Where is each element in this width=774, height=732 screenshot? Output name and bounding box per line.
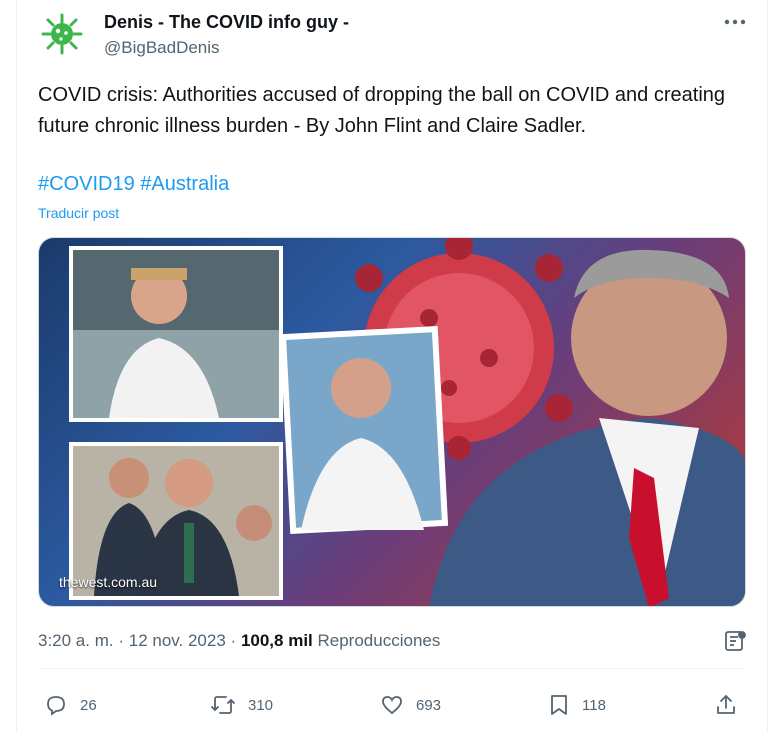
tweet-time[interactable]: 3:20 a. m. bbox=[38, 631, 114, 650]
virus-icon bbox=[41, 13, 83, 55]
display-name[interactable]: Denis - The COVID info guy - bbox=[104, 12, 349, 33]
reply-icon bbox=[47, 696, 65, 716]
share-button[interactable] bbox=[714, 692, 738, 718]
photo-man-lab-coat bbox=[69, 246, 283, 422]
more-options-button[interactable] bbox=[720, 10, 750, 34]
hashtag-covid19[interactable]: #COVID19 bbox=[38, 173, 135, 195]
avatar[interactable] bbox=[40, 12, 84, 56]
bookmark-icon bbox=[551, 695, 567, 715]
image-watermark: thewest.com.au bbox=[59, 574, 158, 590]
tweet-image[interactable]: thewest.com.au bbox=[38, 237, 746, 607]
analytics-button[interactable] bbox=[722, 628, 748, 654]
hashtag-line: #COVID19 #Australia bbox=[38, 170, 229, 198]
photo-scientist bbox=[279, 326, 449, 534]
hashtag-australia[interactable]: #Australia bbox=[140, 173, 229, 195]
tweet-text: COVID crisis: Authorities accused of dro… bbox=[38, 84, 726, 137]
more-horizontal-icon bbox=[724, 19, 746, 25]
news-collage-image bbox=[69, 238, 745, 606]
reply-count: 26 bbox=[80, 696, 97, 714]
repost-count: 310 bbox=[248, 696, 274, 714]
share-icon bbox=[717, 695, 735, 714]
heart-icon bbox=[382, 696, 402, 715]
meta-separator: · bbox=[118, 631, 125, 650]
repost-icon bbox=[211, 696, 235, 714]
tweet-date[interactable]: 12 nov. 2023 bbox=[129, 631, 226, 650]
like-button[interactable]: 693 bbox=[380, 692, 441, 718]
meta-separator-2: · bbox=[230, 631, 237, 650]
user-handle[interactable]: @BigBadDenis bbox=[104, 38, 220, 58]
reply-button[interactable]: 26 bbox=[44, 692, 97, 718]
tweet-meta: 3:20 a. m. · 12 nov. 2023 · 100,8 mil Re… bbox=[38, 631, 440, 651]
views-label: Reproducciones bbox=[317, 631, 441, 650]
divider bbox=[38, 668, 746, 669]
bookmark-count: 118 bbox=[582, 696, 606, 714]
repost-button[interactable]: 310 bbox=[210, 692, 273, 718]
analytics-icon bbox=[725, 631, 746, 651]
translate-post-link[interactable]: Traducir post bbox=[38, 205, 119, 221]
bookmark-button[interactable]: 118 bbox=[548, 692, 606, 718]
views-count: 100,8 mil bbox=[240, 631, 313, 650]
like-count: 693 bbox=[416, 696, 442, 714]
